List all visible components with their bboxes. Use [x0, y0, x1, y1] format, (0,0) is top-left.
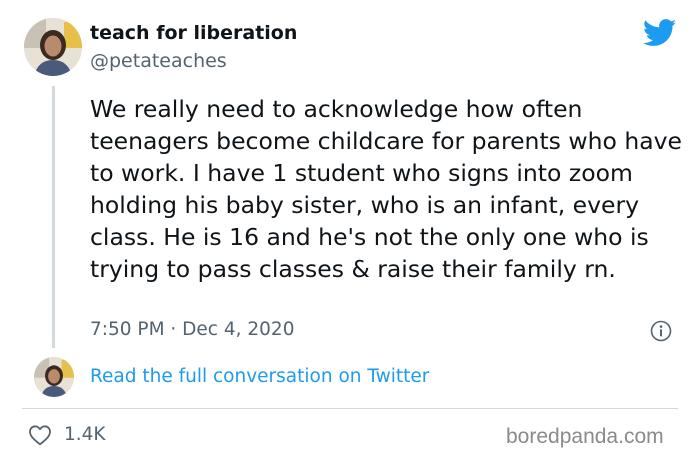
divider: [22, 408, 678, 409]
author-avatar-image: [24, 18, 82, 76]
tweet-timestamp[interactable]: 7:50 PM · Dec 4, 2020: [90, 319, 294, 340]
author-avatar[interactable]: [24, 18, 82, 76]
reply-avatar-image: [34, 357, 74, 397]
author-handle[interactable]: @petateaches: [90, 50, 227, 72]
info-icon[interactable]: [650, 320, 672, 342]
tweet-body-text: We really need to acknowledge how often …: [90, 95, 682, 283]
heart-icon[interactable]: [28, 424, 52, 446]
boredpanda-watermark: boredpanda.com: [506, 425, 664, 448]
twitter-bird-icon[interactable]: [643, 19, 677, 47]
read-full-conversation-link[interactable]: Read the full conversation on Twitter: [90, 366, 429, 387]
thread-connector-line: [52, 86, 55, 348]
reply-avatar[interactable]: [34, 357, 74, 397]
author-display-name[interactable]: teach for liberation: [90, 22, 297, 44]
like-count[interactable]: 1.4K: [64, 424, 106, 445]
